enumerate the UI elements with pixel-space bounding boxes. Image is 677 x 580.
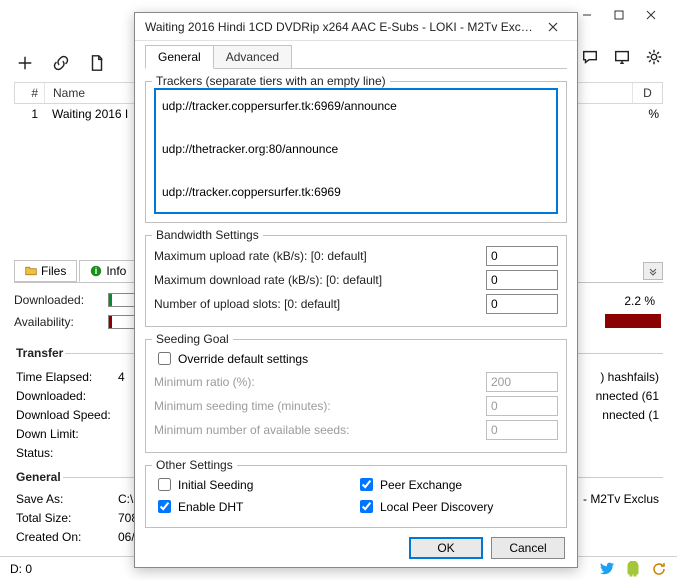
- status-d: D: 0: [10, 562, 32, 576]
- availability-bar-right: [605, 314, 661, 328]
- min-ratio-label: Minimum ratio (%):: [154, 375, 486, 389]
- downloaded-pct: 2.2 %: [624, 290, 655, 312]
- max-upload-label: Maximum upload rate (kB/s): [0: default]: [154, 249, 486, 263]
- min-seeds-label: Minimum number of available seeds:: [154, 423, 486, 437]
- min-time-input: [486, 396, 558, 416]
- tab-info[interactable]: i Info: [79, 260, 137, 282]
- folder-icon: [25, 265, 37, 277]
- lpd-checkbox[interactable]: [360, 500, 373, 513]
- chat-icon[interactable]: [581, 48, 599, 69]
- initial-seeding-checkbox[interactable]: [158, 478, 171, 491]
- torrent-properties-dialog: Waiting 2016 Hindi 1CD DVDRip x264 AAC E…: [134, 12, 578, 568]
- refresh-icon[interactable]: [651, 561, 667, 577]
- min-seeds-input: [486, 420, 558, 440]
- min-ratio-input: [486, 372, 558, 392]
- tab-advanced[interactable]: Advanced: [213, 45, 292, 69]
- twitter-icon[interactable]: [599, 561, 615, 577]
- info-icon: i: [90, 265, 102, 277]
- expand-button[interactable]: [643, 262, 663, 280]
- maximize-button[interactable]: [607, 6, 631, 24]
- col-index[interactable]: #: [15, 83, 45, 103]
- transfer-heading: Transfer: [14, 346, 65, 360]
- monitor-icon[interactable]: [613, 48, 631, 69]
- override-checkbox[interactable]: [158, 352, 171, 365]
- dialog-close-button[interactable]: [535, 17, 571, 37]
- enable-dht-checkbox[interactable]: [158, 500, 171, 513]
- trackers-textarea[interactable]: udp://tracker.coppersurfer.tk:6969/annou…: [154, 88, 558, 214]
- tab-files[interactable]: Files: [14, 260, 77, 282]
- max-download-label: Maximum download rate (kB/s): [0: defaul…: [154, 273, 486, 287]
- other-fieldset: Other Settings Initial Seeding Enable DH…: [145, 465, 567, 528]
- svg-text:i: i: [95, 266, 98, 276]
- bandwidth-fieldset: Bandwidth Settings Maximum upload rate (…: [145, 235, 567, 327]
- add-torrent-icon[interactable]: [14, 52, 36, 74]
- tab-general[interactable]: General: [145, 45, 214, 69]
- availability-label: Availability:: [14, 315, 102, 329]
- cancel-button[interactable]: Cancel: [491, 537, 565, 559]
- seeding-fieldset: Seeding Goal Override default settings M…: [145, 339, 567, 453]
- max-download-input[interactable]: [486, 270, 558, 290]
- upload-slots-label: Number of upload slots: [0: default]: [154, 297, 486, 311]
- link-icon[interactable]: [50, 52, 72, 74]
- close-button[interactable]: [639, 6, 663, 24]
- android-icon[interactable]: [625, 561, 641, 577]
- min-time-label: Minimum seeding time (minutes):: [154, 399, 486, 413]
- file-icon[interactable]: [86, 52, 108, 74]
- upload-slots-input[interactable]: [486, 294, 558, 314]
- gear-icon[interactable]: [645, 48, 663, 69]
- ok-button[interactable]: OK: [409, 537, 483, 559]
- max-upload-input[interactable]: [486, 246, 558, 266]
- peer-exchange-checkbox[interactable]: [360, 478, 373, 491]
- col-d[interactable]: D: [632, 83, 662, 103]
- general-heading: General: [14, 470, 63, 484]
- minimize-button[interactable]: [575, 6, 599, 24]
- downloaded-label: Downloaded:: [14, 293, 102, 307]
- trackers-fieldset: Trackers (separate tiers with an empty l…: [145, 81, 567, 223]
- dialog-title: Waiting 2016 Hindi 1CD DVDRip x264 AAC E…: [145, 20, 535, 34]
